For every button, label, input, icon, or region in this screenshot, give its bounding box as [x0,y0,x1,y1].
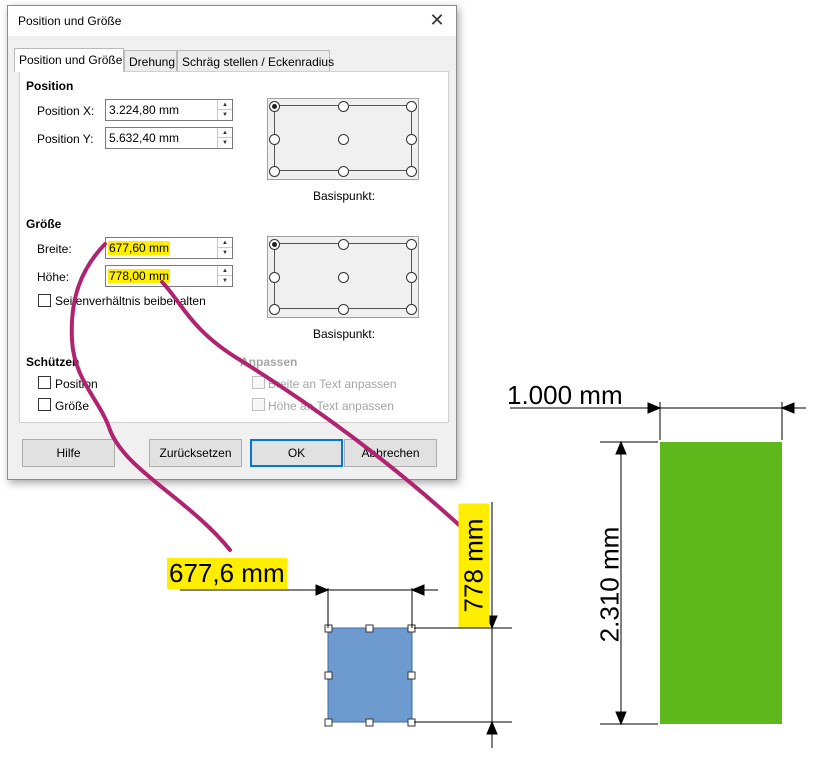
green-width-label: 1.000 mm [507,380,623,410]
blue-width-dimension-line [180,584,438,628]
ok-button[interactable]: OK [250,439,343,467]
size-basis-label: Basispunkt: [313,327,376,341]
position-y-field[interactable]: 5.632,40 mm ▲ ▼ [105,127,233,149]
width-stepper[interactable]: ▲ ▼ [217,238,232,258]
basis-point-top-left[interactable] [269,101,280,112]
position-x-stepper[interactable]: ▲ ▼ [217,100,232,120]
handle-bottom-left[interactable] [324,718,333,727]
blue-rectangle[interactable] [327,627,413,723]
basis-point-top-right[interactable] [406,101,417,112]
basis-point-bottom-center[interactable] [338,166,349,177]
width-label: Breite: [37,242,72,256]
spin-down-icon[interactable]: ▼ [218,276,232,286]
spin-up-icon[interactable]: ▲ [218,266,232,276]
protect-position-checkbox[interactable] [38,376,51,389]
spin-up-icon[interactable]: ▲ [218,100,232,110]
handle-middle-left[interactable] [324,671,333,680]
fit-width-checkbox[interactable] [252,376,265,389]
spin-down-icon[interactable]: ▼ [218,248,232,258]
keep-ratio-label: Seitenverhältnis beibehalten [55,294,206,308]
position-x-label: Position X: [37,104,95,118]
position-y-value: 5.632,40 mm [109,131,180,145]
width-value: 677,60 mm [108,241,171,255]
section-adapt-heading: Anpassen [240,355,298,369]
width-field[interactable]: 677,60 mm ▲ ▼ [105,237,233,259]
handle-bottom-center[interactable] [365,718,374,727]
handle-middle-right[interactable] [407,671,416,680]
basis-point-top-right[interactable] [406,239,417,250]
position-y-label: Position Y: [37,132,94,146]
basis-point-middle-left[interactable] [269,272,280,283]
size-basis-point-selector[interactable] [267,236,419,318]
height-stepper[interactable]: ▲ ▼ [217,266,232,286]
basis-point-middle-right[interactable] [406,272,417,283]
section-position-heading: Position [26,79,74,93]
position-x-field[interactable]: 3.224,80 mm ▲ ▼ [105,99,233,121]
spin-up-icon[interactable]: ▲ [218,238,232,248]
protect-size-label: Größe [55,399,90,413]
height-label: Höhe: [37,270,70,284]
position-basis-point-selector[interactable] [267,98,419,180]
handle-top-center[interactable] [365,624,374,633]
spin-down-icon[interactable]: ▼ [218,138,232,148]
spin-up-icon[interactable]: ▲ [218,128,232,138]
tab-slant-corner-radius[interactable]: Schräg stellen / Eckenradius [177,50,334,72]
handle-top-left[interactable] [324,624,333,633]
blue-height-label: 778 mm [458,503,490,628]
title-bar: Position und Größe ✕ [8,6,456,36]
tab-rotation[interactable]: Drehung [124,50,177,72]
basis-point-top-left[interactable] [269,239,280,250]
basis-point-bottom-center[interactable] [338,304,349,315]
tab-position-size[interactable]: Position und Größe [14,48,124,72]
position-size-dialog: Position und Größe ✕ Position und Größe … [7,5,457,480]
basis-point-top-center[interactable] [338,239,349,250]
position-y-stepper[interactable]: ▲ ▼ [217,128,232,148]
basis-point-bottom-right[interactable] [406,166,417,177]
handle-top-right[interactable] [407,624,416,633]
protect-position-label: Position [55,377,98,391]
height-field[interactable]: 778,00 mm ▲ ▼ [105,265,233,287]
basis-point-center[interactable] [338,272,349,283]
section-size-heading: Größe [26,217,62,231]
handle-bottom-right[interactable] [407,718,416,727]
green-rectangle[interactable] [660,442,782,724]
green-height-label: 2.310 mm [594,526,625,643]
position-x-value: 3.224,80 mm [109,103,180,117]
fit-height-checkbox[interactable] [252,398,265,411]
basis-point-center[interactable] [338,134,349,145]
spin-down-icon[interactable]: ▼ [218,110,232,120]
fit-height-label: Höhe an Text anpassen [268,399,394,413]
basis-point-middle-left[interactable] [269,134,280,145]
close-icon[interactable]: ✕ [426,9,448,31]
help-button[interactable]: Hilfe [22,439,115,467]
blue-width-label: 677,6 mm [167,558,287,589]
basis-point-middle-right[interactable] [406,134,417,145]
keep-ratio-checkbox[interactable] [38,294,51,307]
fit-width-label: Breite an Text anpassen [268,377,397,391]
cancel-button[interactable]: Abbrechen [344,439,437,467]
protect-size-checkbox[interactable] [38,398,51,411]
basis-point-bottom-left[interactable] [269,304,280,315]
section-protect-heading: Schützen [26,355,80,369]
basis-point-top-center[interactable] [338,101,349,112]
basis-point-bottom-right[interactable] [406,304,417,315]
position-basis-label: Basispunkt: [313,189,376,203]
dialog-title: Position und Größe [18,14,122,28]
height-value: 778,00 mm [108,269,171,283]
basis-point-bottom-left[interactable] [269,166,280,177]
reset-button[interactable]: Zurücksetzen [149,439,242,467]
